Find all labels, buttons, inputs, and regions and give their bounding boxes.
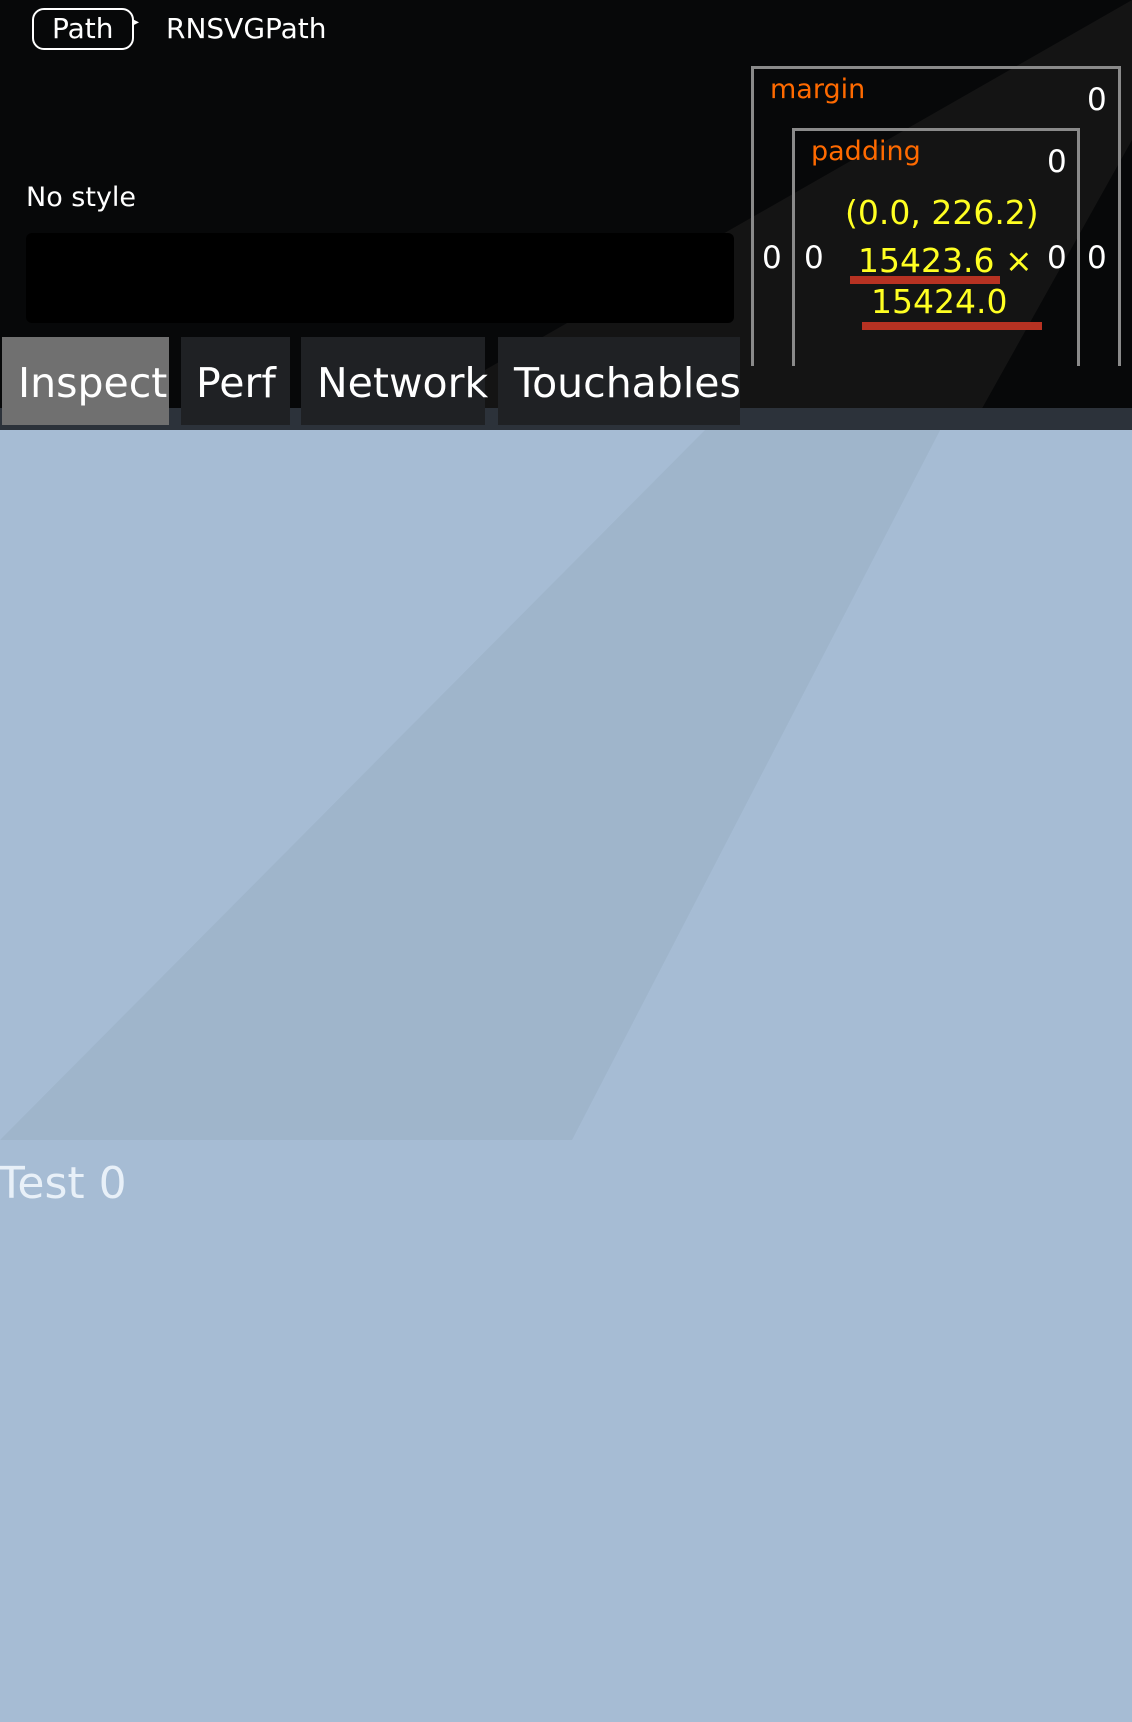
inspector-panel: Path ▸ RNSVGPath No style margin 0 0 0 p… (0, 0, 1132, 430)
breadcrumb-selected-item[interactable]: Path (32, 8, 134, 50)
test-label: Test 0 (0, 1158, 127, 1209)
margin-label: margin (770, 74, 866, 105)
margin-top-value: 0 (1087, 82, 1107, 118)
tab-perf[interactable]: Perf (181, 337, 290, 425)
breadcrumb-item[interactable]: RNSVGPath (166, 12, 327, 45)
padding-right-value: 0 (1047, 240, 1067, 276)
padding-top-value: 0 (1047, 144, 1067, 180)
element-position: (0.0, 226.2) (845, 193, 1039, 232)
element-width: 15423.6 × (858, 241, 1033, 280)
tab-inspect[interactable]: Inspect (2, 337, 169, 425)
style-box (26, 233, 734, 323)
margin-right-value: 0 (1087, 240, 1107, 276)
padding-label: padding (811, 136, 921, 167)
margin-left-value: 0 (762, 240, 782, 276)
tab-network[interactable]: Network (301, 337, 488, 425)
padding-left-value: 0 (804, 240, 824, 276)
tab-touchables[interactable]: Touchables (498, 337, 741, 425)
height-underline (862, 322, 1042, 330)
style-label: No style (26, 182, 137, 213)
element-height: 15424.0 (871, 282, 1008, 321)
breadcrumb-arrow-icon: ▸ (132, 14, 140, 30)
